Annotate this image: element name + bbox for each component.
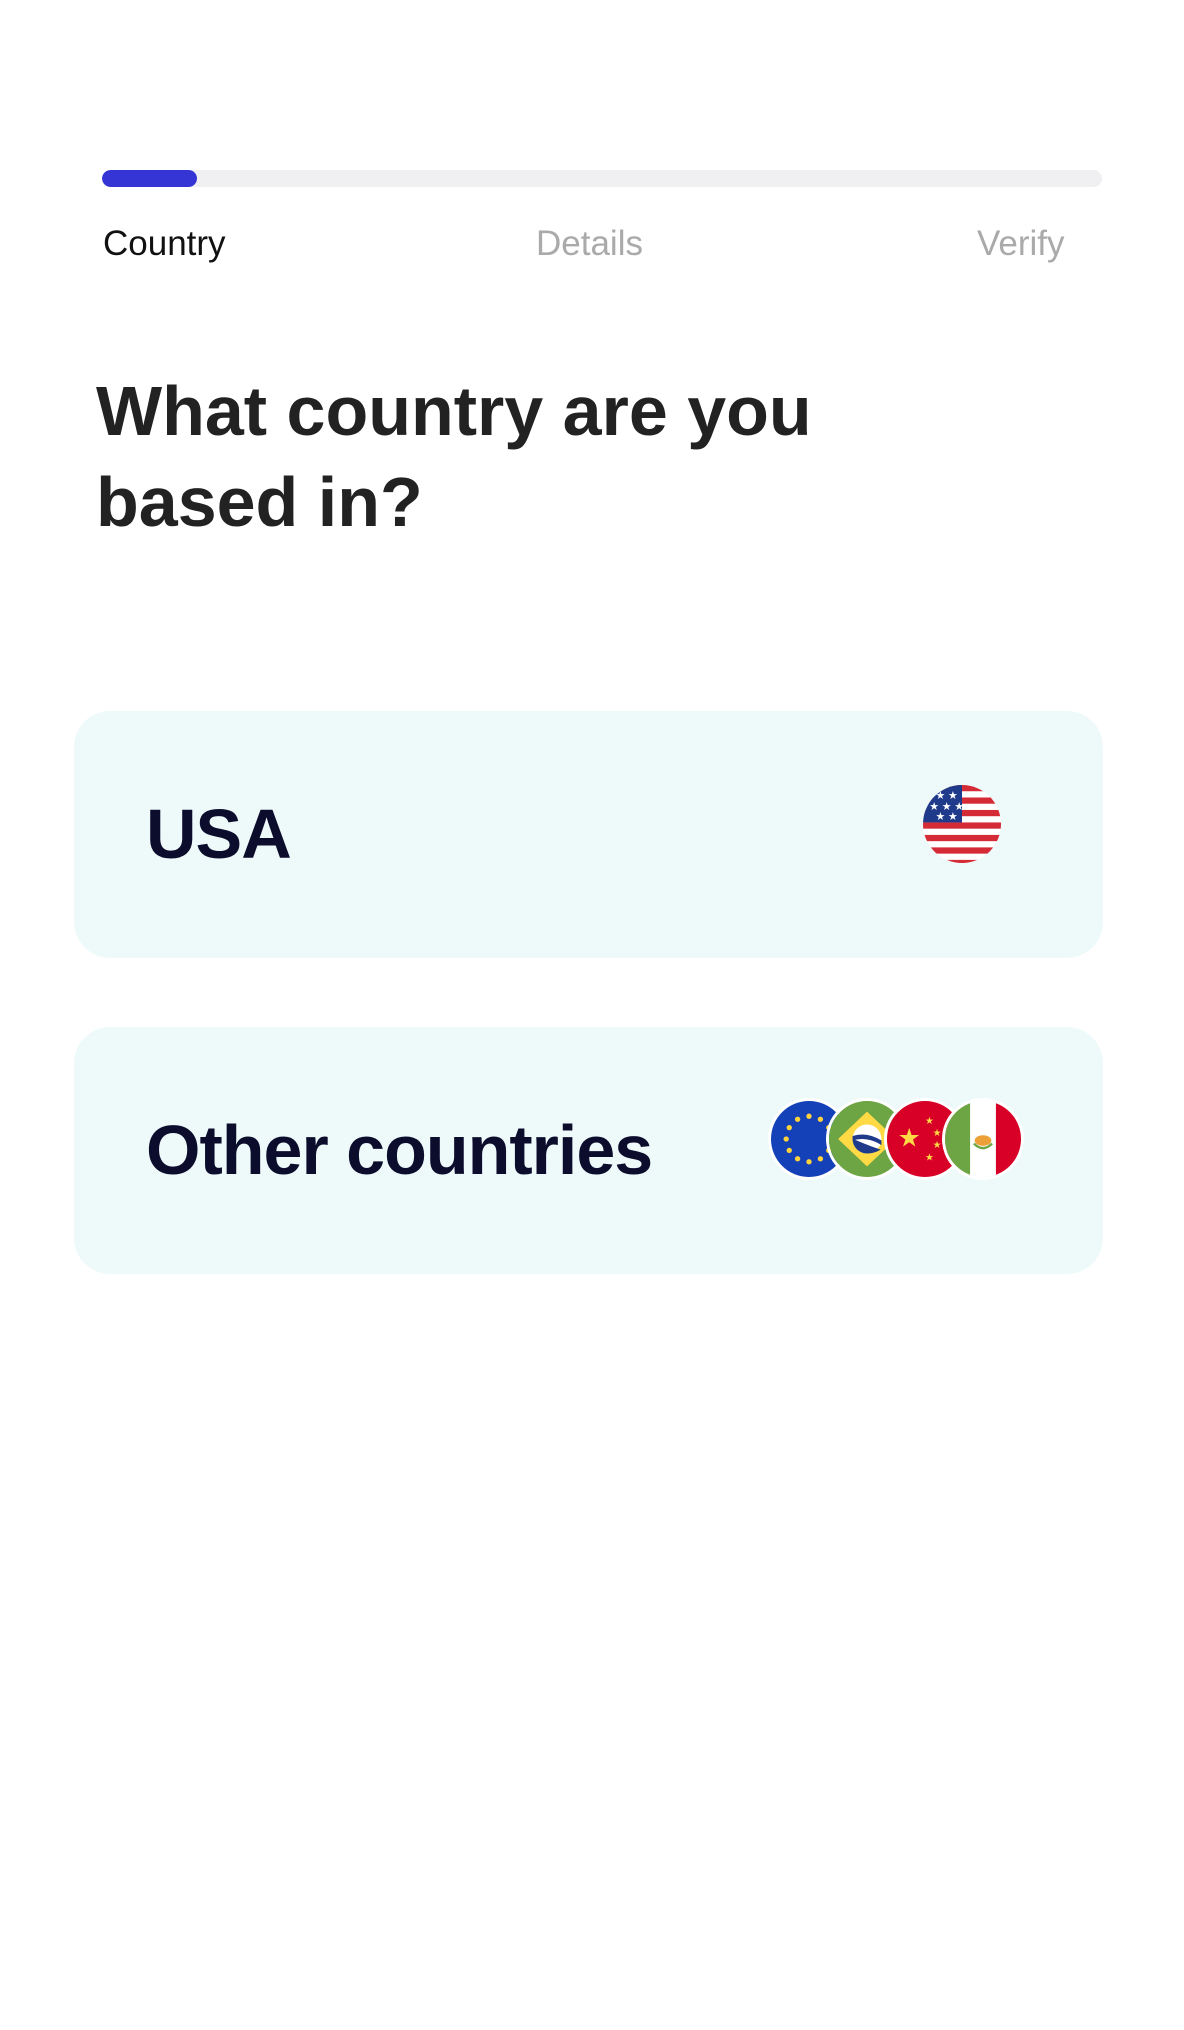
mexico-flag-icon [942,1098,1024,1180]
option-usa[interactable]: USA ★ ★ ★ ★ ★ ★ ★ [74,711,1103,958]
svg-text:★: ★ [898,1124,921,1154]
option-usa-label: USA [146,795,292,873]
progress-bar [102,170,1102,187]
svg-text:★: ★ [948,810,958,823]
progress-bar-fill [102,170,197,187]
us-flag-icon: ★ ★ ★ ★ ★ ★ ★ [923,785,1001,863]
page-question: What country are you based in? [96,372,812,541]
svg-text:★: ★ [933,1140,942,1151]
svg-text:★: ★ [925,1116,934,1127]
svg-text:★: ★ [935,810,945,823]
step-country: Country [103,224,226,263]
step-details: Details [536,224,643,263]
step-verify: Verify [977,224,1065,263]
svg-text:★: ★ [925,1152,934,1163]
svg-text:★: ★ [933,1128,942,1139]
option-other-countries[interactable]: Other countries ★ ★ ★ ★ ★ [74,1027,1103,1274]
option-other-countries-label: Other countries [146,1111,653,1189]
